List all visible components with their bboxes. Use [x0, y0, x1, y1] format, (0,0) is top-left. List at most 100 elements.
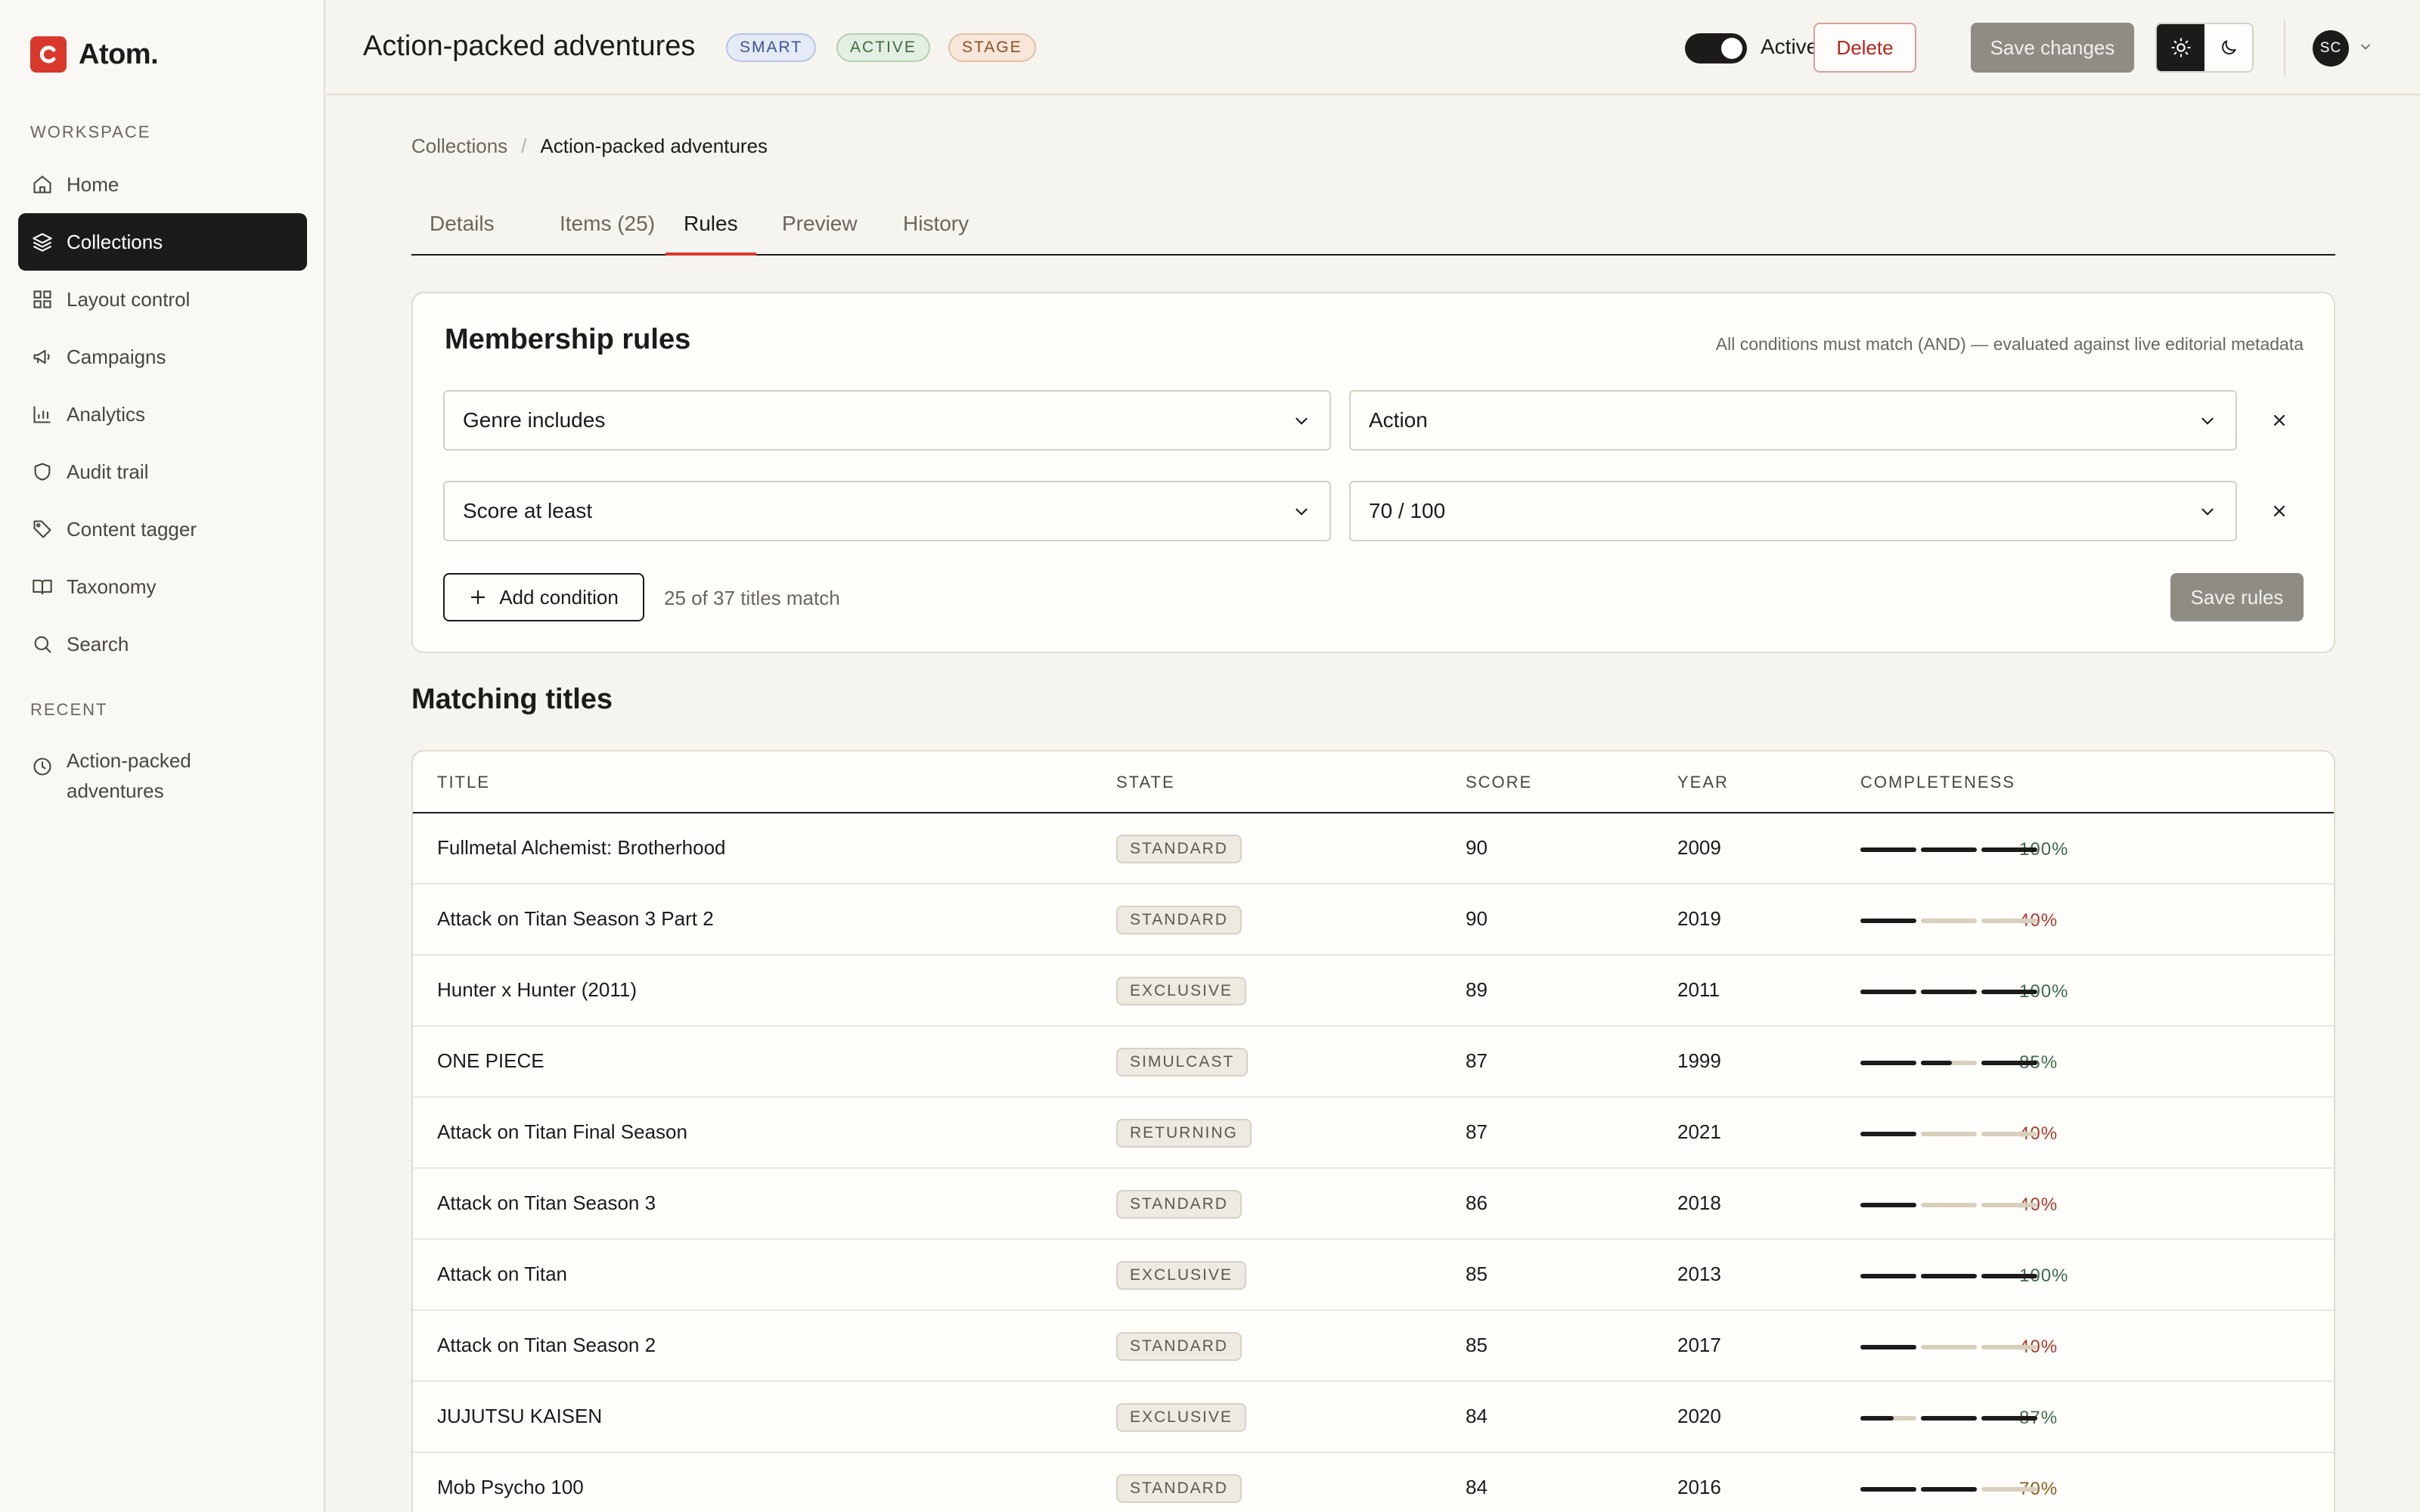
completeness-segment-fill — [1860, 1203, 1916, 1207]
stage-badge: STAGE — [948, 33, 1036, 62]
completeness-segment-fill — [1860, 1274, 1916, 1278]
dark-theme-button[interactable] — [2204, 24, 2252, 71]
column-header-completeness[interactable]: COMPLETENESS — [1860, 773, 2015, 792]
table-row[interactable]: Attack on Titan Season 2 STANDARD 85 2017 40… — [413, 1311, 2334, 1382]
sidebar-item-audit-trail[interactable]: Audit trail — [18, 443, 307, 500]
condition-2-value-select[interactable]: 70 / 100 — [1349, 481, 2237, 541]
home-icon — [30, 172, 54, 197]
state-badge: EXCLUSIVE — [1116, 977, 1246, 1005]
app-root: Atom. WORKSPACE Home Collections Layout … — [0, 0, 2420, 1512]
condition-2-remove-close-icon[interactable] — [2264, 496, 2294, 526]
row-score: 84 — [1466, 1405, 1488, 1427]
sidebar-item-layout-control[interactable]: Layout control — [18, 271, 307, 328]
row-year: 2017 — [1677, 1334, 1721, 1356]
row-year: 2019 — [1677, 907, 1721, 930]
row-title: Attack on Titan Final Season — [437, 1120, 687, 1143]
sidebar: Atom. WORKSPACE Home Collections Layout … — [0, 0, 325, 1512]
row-title: Mob Psycho 100 — [437, 1476, 584, 1498]
completeness-segment-fill — [1860, 1487, 1916, 1492]
sidebar-item-home[interactable]: Home — [18, 156, 307, 213]
completeness-segment-fill — [1921, 1274, 1977, 1278]
recent-item-action-packed-adventures[interactable]: Action-packed adventures — [18, 741, 307, 810]
state-badge: EXCLUSIVE — [1116, 1261, 1246, 1290]
sidebar-item-label: Analytics — [67, 402, 146, 426]
table-row[interactable]: Fullmetal Alchemist: Brotherhood STANDARD… — [413, 813, 2334, 885]
column-header-year[interactable]: YEAR — [1677, 773, 1729, 792]
sidebar-item-campaigns[interactable]: Campaigns — [18, 328, 307, 386]
tab-preview[interactable]: Preview — [764, 212, 876, 256]
completeness-segment-fill — [1860, 990, 1916, 994]
active-toggle[interactable] — [1685, 33, 1747, 64]
toggle-knob — [1721, 38, 1742, 59]
active-toggle-label: Active — [1761, 35, 1819, 58]
table-row[interactable]: JUJUTSU KAISEN EXCLUSIVE 84 2020 87% — [413, 1382, 2334, 1453]
row-title: Attack on Titan Season 3 Part 2 — [437, 907, 714, 930]
table-row[interactable]: ONE PIECE SIMULCAST 87 1999 85% — [413, 1027, 2334, 1098]
completeness-bar — [1860, 1274, 2037, 1278]
chevron-down-icon — [2198, 502, 2217, 527]
row-score: 87 — [1466, 1120, 1488, 1143]
row-score: 90 — [1466, 907, 1488, 930]
sun-icon — [2170, 38, 2191, 57]
completeness-segment-fill — [1860, 847, 1916, 852]
row-year: 2021 — [1677, 1120, 1721, 1143]
clock-icon — [30, 754, 54, 779]
breadcrumb-collections-link[interactable]: Collections — [411, 135, 507, 158]
condition-1-field-select[interactable]: Genre includes — [443, 390, 1331, 451]
sidebar-item-label: Audit trail — [67, 460, 149, 483]
table-row[interactable]: Attack on Titan Season 3 Part 2 STANDARD 9… — [413, 885, 2334, 956]
row-year: 2016 — [1677, 1476, 1721, 1498]
completeness-segment-track — [1981, 919, 2037, 923]
brand[interactable]: Atom. — [30, 36, 159, 73]
row-year: 2018 — [1677, 1191, 1721, 1214]
header-divider — [2284, 20, 2285, 76]
tab-history[interactable]: History — [885, 212, 987, 256]
sidebar-item-label: Search — [67, 632, 129, 655]
table-row[interactable]: Attack on Titan Season 3 STANDARD 86 2018 40… — [413, 1169, 2334, 1240]
table-row[interactable]: Hunter x Hunter (2011) EXCLUSIVE 89 2011 100… — [413, 956, 2334, 1027]
completeness-segment-fill — [1981, 1274, 2037, 1278]
state-badge: STANDARD — [1116, 835, 1242, 863]
bar-chart-icon — [30, 402, 54, 426]
column-header-score[interactable]: SCORE — [1466, 773, 1532, 792]
light-theme-button[interactable] — [2157, 24, 2204, 71]
sidebar-item-taxonomy[interactable]: Taxonomy — [18, 558, 307, 615]
state-badge: STANDARD — [1116, 1474, 1242, 1503]
tab-items[interactable]: Items (25) — [541, 212, 673, 256]
state-badge: SIMULCAST — [1116, 1048, 1249, 1077]
completeness-bar — [1860, 1132, 2037, 1136]
moon-icon — [2221, 40, 2236, 54]
table-row[interactable]: Attack on Titan Final Season RETURNING 87 2… — [413, 1098, 2334, 1169]
save-rules-button[interactable]: Save rules — [2170, 573, 2304, 621]
book-icon — [30, 575, 54, 599]
condition-1-remove-close-icon[interactable] — [2264, 405, 2294, 435]
tab-rules[interactable]: Rules — [666, 212, 756, 256]
condition-1-value-select[interactable]: Action — [1349, 390, 2237, 451]
avatar[interactable]: SC — [2313, 30, 2349, 67]
condition-2-field-select[interactable]: Score at least — [443, 481, 1331, 541]
table-row[interactable]: Attack on Titan EXCLUSIVE 85 2013 100% — [413, 1240, 2334, 1311]
sidebar-item-content-tagger[interactable]: Content tagger — [18, 500, 307, 558]
completeness-bar — [1860, 847, 2037, 852]
recent-item-label: Action-packed adventures — [67, 749, 191, 802]
layers-icon — [30, 230, 54, 254]
column-header-state[interactable]: STATE — [1116, 773, 1175, 792]
completeness-segment-fill — [1860, 1345, 1916, 1349]
column-header-title[interactable]: TITLE — [437, 773, 490, 792]
sidebar-item-collections[interactable]: Collections — [18, 213, 307, 271]
completeness-bar — [1860, 919, 2037, 923]
table-row[interactable]: Mob Psycho 100 STANDARD 84 2016 70% — [413, 1453, 2334, 1512]
completeness-segment-fill — [1921, 1061, 1952, 1065]
sidebar-item-analytics[interactable]: Analytics — [18, 386, 307, 443]
add-condition-button[interactable]: Add condition — [443, 573, 644, 621]
completeness-bar — [1860, 1416, 2037, 1421]
save-changes-button[interactable]: Save changes — [1971, 23, 2134, 73]
sidebar-item-search[interactable]: Search — [18, 615, 307, 673]
completeness-meter: 40% — [1860, 1123, 2058, 1145]
brand-name: Atom. — [79, 38, 159, 70]
tab-details[interactable]: Details — [411, 212, 513, 256]
completeness-bar — [1860, 1203, 2037, 1207]
chevron-down-icon[interactable] — [2358, 39, 2373, 58]
match-count: 25 of 37 titles match — [664, 587, 840, 609]
delete-button[interactable]: Delete — [1813, 23, 1916, 73]
